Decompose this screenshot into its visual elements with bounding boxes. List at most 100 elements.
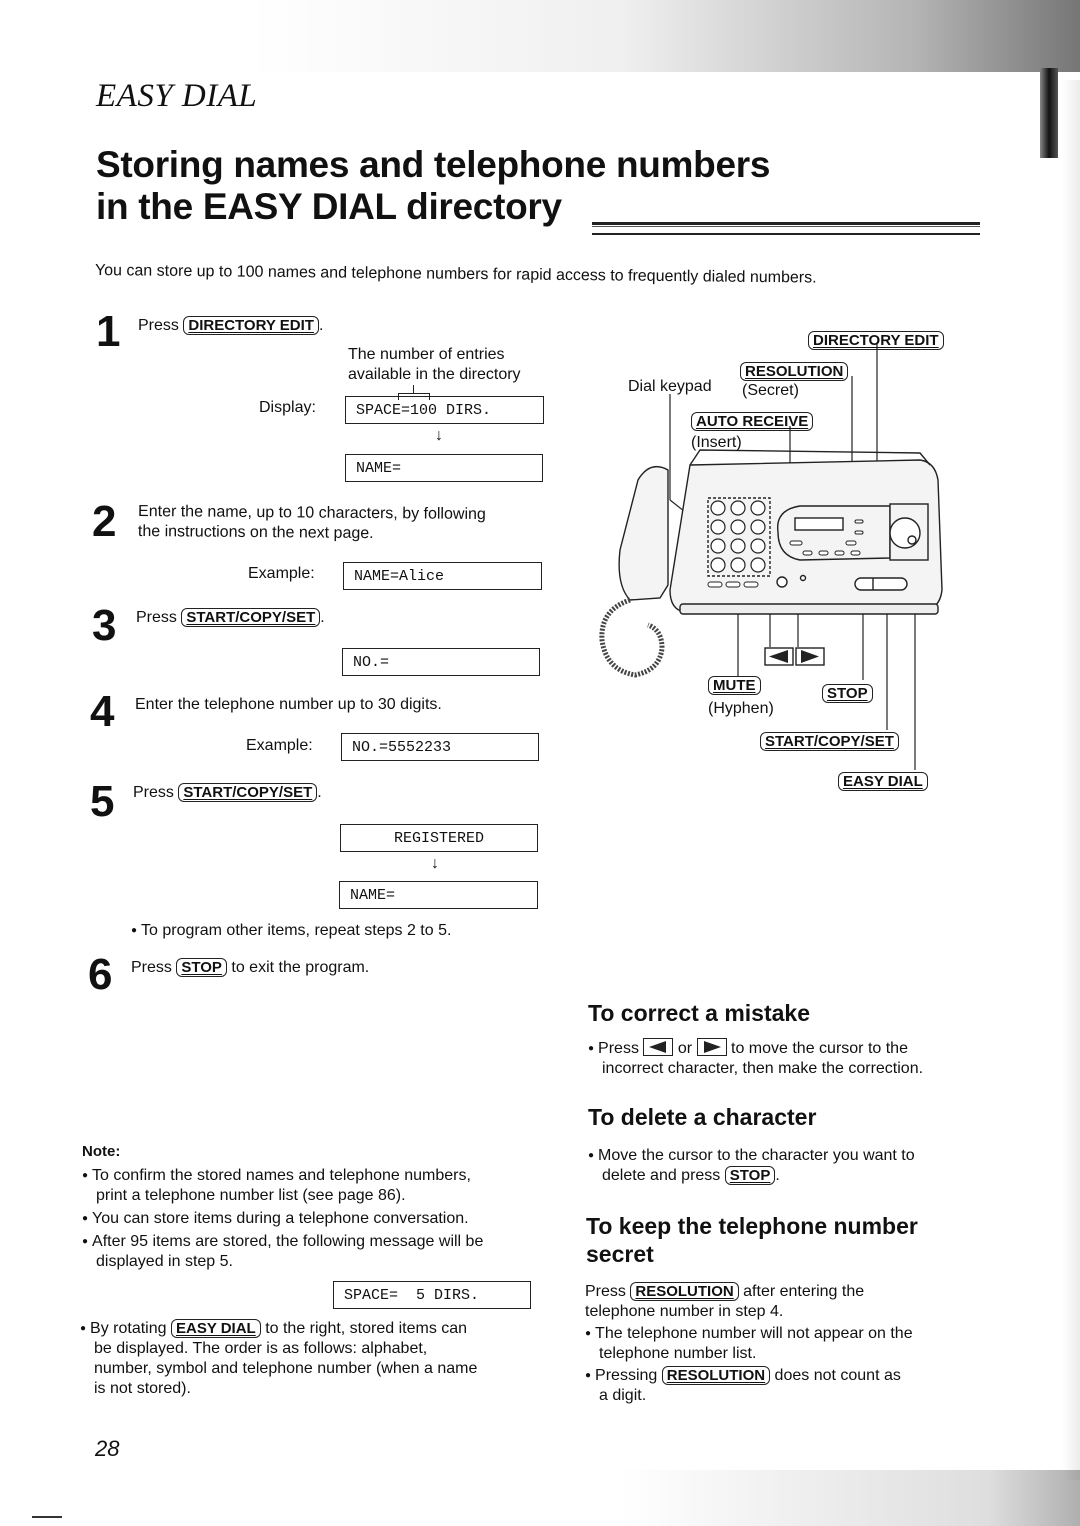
scan-shadow-top xyxy=(250,0,1080,72)
cursor-keys xyxy=(764,647,825,666)
delete-line-1: Move the cursor to the character you wan… xyxy=(598,1147,915,1164)
heading-keep-secret-line-1: To keep the telephone number xyxy=(586,1213,918,1239)
stop-key: STOP xyxy=(176,958,227,977)
bullet-icon: ● xyxy=(588,1043,595,1054)
start-stop-buttons xyxy=(854,577,908,591)
delete-character-text: ● Move the cursor to the character you wa… xyxy=(588,1146,978,1186)
directory-edit-key: DIRECTORY EDIT xyxy=(808,331,944,350)
control-panel xyxy=(776,505,891,561)
resolution-key: RESOLUTION xyxy=(740,362,849,381)
label-auto-receive: AUTO RECEIVE xyxy=(691,412,814,431)
lcd-display-registered: REGISTERED xyxy=(340,824,538,852)
step-number-5: 5 xyxy=(90,777,115,826)
scan-edge-mark xyxy=(1040,68,1058,158)
keypad-key xyxy=(730,557,746,573)
lcd-display-number: NO.= xyxy=(342,648,540,676)
label-mute: MUTE xyxy=(708,676,761,695)
secret-bullet-2-line-2: a digit. xyxy=(599,1387,647,1404)
count-bracket xyxy=(398,393,430,400)
note-4-prefix: By rotating xyxy=(90,1320,167,1337)
keypad-key xyxy=(710,500,726,516)
bullet-text: To program other items, repeat steps 2 t… xyxy=(141,922,452,939)
secret-bullet-2-suffix: does not count as xyxy=(774,1367,901,1384)
keypad-key xyxy=(750,500,766,516)
lcd-window xyxy=(794,517,844,531)
period: . xyxy=(775,1167,780,1184)
delete-line-2: delete and press xyxy=(602,1167,721,1184)
note-1-line-1: To confirm the stored names and telephon… xyxy=(92,1167,471,1184)
note-4-suffix: to the right, stored items can xyxy=(265,1320,468,1337)
bullet-icon: ● xyxy=(82,1170,89,1181)
label-dial-keypad: Dial keypad xyxy=(628,378,712,395)
step-2-line-2: the instructions on the next page. xyxy=(137,522,374,543)
keypad-key xyxy=(710,519,726,535)
step-2-instruction: Enter the name, up to 10 characters, by … xyxy=(138,502,486,545)
note-3-line-1: After 95 items are stored, the following… xyxy=(92,1233,484,1250)
label-resolution-sub: (Secret) xyxy=(742,382,799,399)
step-5-instruction: Press START/COPY/SET. xyxy=(133,783,322,803)
note-4-line-2: be displayed. The order is as follows: a… xyxy=(94,1340,428,1357)
correct-mistake-suffix: to move the cursor to the xyxy=(731,1040,908,1057)
keypad-key xyxy=(750,557,766,573)
easy-dial-key: EASY DIAL xyxy=(838,772,928,791)
press-text: Press xyxy=(598,1040,639,1057)
step-1-instruction: Press DIRECTORY EDIT. xyxy=(138,316,323,336)
start-copy-set-key: START/COPY/SET xyxy=(760,732,899,751)
annotation-line-2: available in the directory xyxy=(348,366,521,383)
step-number-3: 3 xyxy=(92,601,117,650)
keep-secret-suffix: after entering the xyxy=(743,1283,865,1300)
scan-mark xyxy=(32,1516,62,1518)
period: . xyxy=(317,784,322,801)
start-copy-set-key: START/COPY/SET xyxy=(178,783,318,802)
annotation-line-1: The number of entries xyxy=(348,346,505,363)
title-line-1: Storing names and telephone numbers xyxy=(96,144,771,185)
resolution-key: RESOLUTION xyxy=(661,1366,771,1385)
step-6-instruction: Press STOP to exit the program. xyxy=(131,958,369,978)
bullet-icon: ● xyxy=(585,1328,592,1339)
keypad-key xyxy=(750,519,766,535)
label-easy-dial: EASY DIAL xyxy=(838,772,928,791)
count-pointer xyxy=(413,385,414,394)
step-6-suffix: to exit the program. xyxy=(231,959,370,976)
note-4-line-4: is not stored). xyxy=(94,1380,191,1397)
keypad-key xyxy=(730,538,746,554)
example-label: Example: xyxy=(246,737,313,754)
note-4: ● By rotating EASY DIAL to the right, sto… xyxy=(80,1319,540,1399)
title-rule xyxy=(592,222,980,235)
note-3-line-2: displayed in step 5. xyxy=(96,1253,233,1270)
note-list: ● To confirm the stored names and telepho… xyxy=(82,1166,542,1272)
bullet-icon: ● xyxy=(80,1323,87,1334)
note-2-line-1: You can store items during a telephone c… xyxy=(92,1210,469,1227)
label-stop: STOP xyxy=(822,684,873,703)
step-number-6: 6 xyxy=(88,950,113,999)
down-arrow-icon: ↓ xyxy=(431,855,439,872)
heading-keep-secret-line-2: secret xyxy=(586,1241,654,1267)
down-arrow-icon: ↓ xyxy=(435,427,443,444)
mute-key: MUTE xyxy=(708,676,761,695)
correct-mistake-text: ● Press or to move the cursor to the inco… xyxy=(588,1038,978,1079)
fax-machine-diagram: DIRECTORY EDIT RESOLUTION (Secret) Dial … xyxy=(590,320,970,800)
bullet-icon: ● xyxy=(82,1236,89,1247)
entries-annotation: The number of entries available in the d… xyxy=(348,345,521,385)
lcd-display-space-5: SPACE= 5 DIRS. xyxy=(333,1281,531,1309)
left-arrow-key-icon xyxy=(643,1038,674,1056)
label-auto-receive-sub: (Insert) xyxy=(691,434,742,451)
step-number-1: 1 xyxy=(96,307,121,356)
press-text: Press xyxy=(131,959,172,976)
keypad-key xyxy=(710,538,726,554)
label-resolution: RESOLUTION xyxy=(740,362,849,381)
bullet-icon: ● xyxy=(585,1370,592,1381)
lcd-display-example-name: NAME=Alice xyxy=(343,562,542,590)
bullet-icon: ● xyxy=(131,925,138,936)
pressing-text: Pressing xyxy=(595,1367,658,1384)
step-number-2: 2 xyxy=(92,497,117,546)
handset-cord xyxy=(599,597,665,678)
label-directory-edit: DIRECTORY EDIT xyxy=(808,331,944,350)
step-4-instruction: Enter the telephone number up to 30 digi… xyxy=(135,696,442,713)
page-title: Storing names and telephone numbers in t… xyxy=(96,144,770,228)
bullet-icon: ● xyxy=(82,1213,89,1224)
heading-delete-character: To delete a character xyxy=(588,1104,817,1130)
keypad-key xyxy=(750,538,766,554)
label-start-copy-set: START/COPY/SET xyxy=(760,732,899,751)
heading-correct-mistake: To correct a mistake xyxy=(588,1000,811,1026)
